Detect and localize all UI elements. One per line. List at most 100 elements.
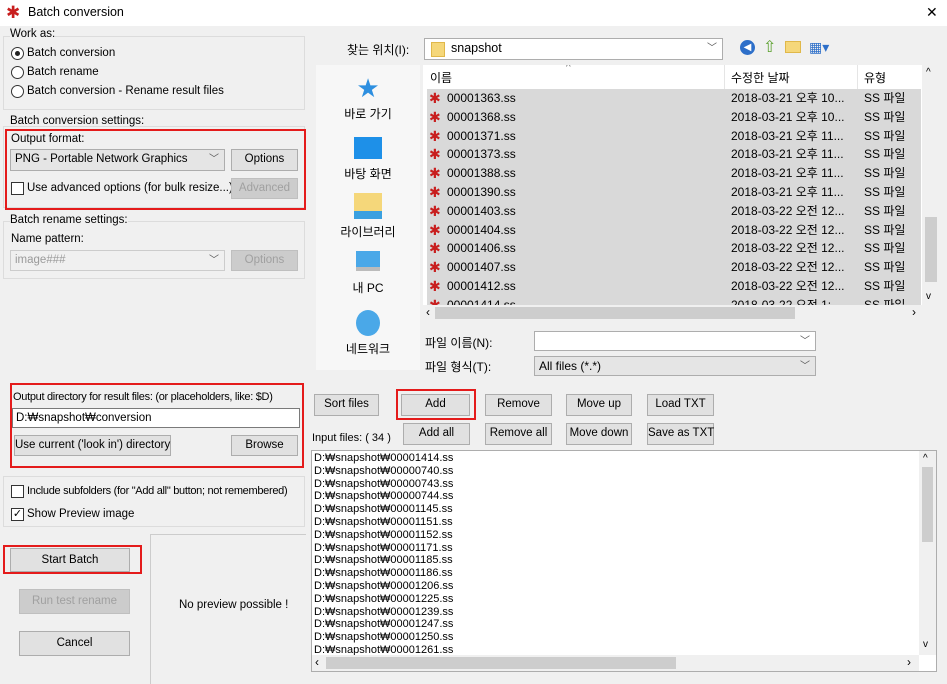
file-row[interactable]: ✱ 00001404.ss 2018-03-22 오전 12... SS 파일 <box>427 220 921 240</box>
file-row[interactable]: ✱ 00001414.ss 2018-03-22 오전 1: SS 파일 <box>427 295 921 305</box>
place-item[interactable]: 네트워크 <box>316 310 420 357</box>
browse-button[interactable]: Browse <box>231 435 298 456</box>
input-file-item[interactable]: D:₩snapshot₩00000744.ss <box>314 490 453 503</box>
preview-pane: No preview possible ! <box>150 534 306 684</box>
input-file-item[interactable]: D:₩snapshot₩00000743.ss <box>314 478 453 491</box>
input-file-item[interactable]: D:₩snapshot₩00001239.ss <box>314 606 453 619</box>
file-list-horizontal-scrollbar[interactable]: ‹ › <box>423 305 922 321</box>
file-row[interactable]: ✱ 00001407.ss 2018-03-22 오전 12... SS 파일 <box>427 258 921 277</box>
scroll-down-icon[interactable]: v <box>923 639 928 650</box>
chevron-down-icon: ﹀ <box>209 255 219 266</box>
file-row[interactable]: ✱ 00001368.ss 2018-03-21 오후 10... SS 파일 <box>427 107 921 127</box>
format-options-button[interactable]: Options <box>231 149 298 171</box>
column-date[interactable]: 수정한 날짜 <box>731 69 790 86</box>
input-file-item[interactable]: D:₩snapshot₩00001225.ss <box>314 593 453 606</box>
input-file-item[interactable]: D:₩snapshot₩00001152.ss <box>314 529 453 542</box>
file-row[interactable]: ✱ 00001403.ss 2018-03-22 오전 12... SS 파일 <box>427 201 921 221</box>
place-item[interactable]: 바탕 화면 <box>316 135 420 182</box>
advanced-button[interactable]: Advanced <box>231 178 298 199</box>
input-file-item[interactable]: D:₩snapshot₩00000740.ss <box>314 465 453 478</box>
work-as-radio[interactable] <box>11 66 24 79</box>
load-txt-button[interactable]: Load TXT <box>647 394 714 416</box>
use-current-directory-button[interactable]: Use current ('look in') directory <box>14 435 171 456</box>
save-txt-button[interactable]: Save as TXT <box>647 423 714 445</box>
file-type: SS 파일 <box>864 279 906 293</box>
file-row[interactable]: ✱ 00001412.ss 2018-03-22 오전 12... SS 파일 <box>427 277 921 296</box>
file-row[interactable]: ✱ 00001371.ss 2018-03-21 오후 11... SS 파일 <box>427 126 921 146</box>
input-file-item[interactable]: D:₩snapshot₩00001186.ss <box>314 567 453 580</box>
place-item[interactable]: 내 PC <box>316 251 420 296</box>
file-row[interactable]: ✱ 00001390.ss 2018-03-21 오후 11... SS 파일 <box>427 183 921 202</box>
input-file-item[interactable]: D:₩snapshot₩00001247.ss <box>314 618 453 631</box>
show-preview-checkbox[interactable]: ✓ <box>11 508 24 521</box>
sort-files-button[interactable]: Sort files <box>314 394 379 416</box>
file-row[interactable]: ✱ 00001373.ss 2018-03-21 오후 11... SS 파일 <box>427 145 921 165</box>
file-type-select[interactable]: All files (*.*) ﹀ <box>534 356 816 376</box>
output-format-select[interactable]: PNG - Portable Network Graphics ﹀ <box>10 149 225 171</box>
add-button[interactable]: Add <box>401 394 470 416</box>
scroll-thumb[interactable] <box>326 657 676 669</box>
back-icon[interactable]: ◀ <box>740 40 755 55</box>
remove-button[interactable]: Remove <box>485 394 552 416</box>
file-name: 00001404.ss <box>447 222 516 237</box>
scroll-thumb[interactable] <box>922 467 933 542</box>
advanced-options-label: Use advanced options (for bulk resize...… <box>27 182 233 194</box>
move-down-button[interactable]: Move down <box>566 423 632 445</box>
file-row[interactable]: ✱ 00001406.ss 2018-03-22 오전 12... SS 파일 <box>427 239 921 259</box>
column-type[interactable]: 유형 <box>864 69 886 86</box>
start-batch-button[interactable]: Start Batch <box>10 548 130 572</box>
file-name-input[interactable]: ﹀ <box>534 331 816 351</box>
scroll-thumb[interactable] <box>925 217 937 282</box>
close-button[interactable]: ✕ <box>926 4 938 21</box>
scroll-left-icon[interactable]: ‹ <box>426 305 430 319</box>
move-up-button[interactable]: Move up <box>566 394 632 416</box>
column-name[interactable]: 이름 <box>430 69 452 86</box>
input-file-item[interactable]: D:₩snapshot₩00001151.ss <box>314 516 453 529</box>
scroll-right-icon[interactable]: › <box>912 305 916 319</box>
file-list-vertical-scrollbar[interactable]: ^ v <box>922 65 940 305</box>
input-file-item[interactable]: D:₩snapshot₩00001414.ss <box>314 452 453 465</box>
file-date: 2018-03-22 오전 12... <box>731 203 845 218</box>
run-test-rename-button[interactable]: Run test rename <box>19 589 130 614</box>
scroll-up-icon[interactable]: ^ <box>923 453 928 464</box>
this-pc-icon <box>316 251 420 271</box>
output-directory-input[interactable]: D:₩snapshot₩conversion <box>12 408 300 428</box>
scroll-down-icon[interactable]: v <box>926 291 931 302</box>
input-file-item[interactable]: D:₩snapshot₩00001171.ss <box>314 542 453 555</box>
view-menu-icon[interactable]: ▦▾ <box>809 39 829 56</box>
scroll-up-icon[interactable]: ^ <box>926 67 931 78</box>
work-as-radio[interactable] <box>11 85 24 98</box>
name-pattern-select[interactable]: image### ﹀ <box>10 250 225 271</box>
place-item[interactable]: 라이브러리 <box>316 193 420 240</box>
advanced-options-checkbox[interactable] <box>11 182 24 195</box>
scroll-left-icon[interactable]: ‹ <box>315 655 319 669</box>
input-file-item[interactable]: D:₩snapshot₩00001206.ss <box>314 580 453 593</box>
scroll-thumb[interactable] <box>435 307 795 319</box>
cancel-button[interactable]: Cancel <box>19 631 130 656</box>
file-date: 2018-03-22 오전 12... <box>731 279 845 293</box>
new-folder-icon[interactable] <box>785 41 801 53</box>
input-file-item[interactable]: D:₩snapshot₩00001145.ss <box>314 503 453 516</box>
file-row[interactable]: ✱ 00001388.ss 2018-03-21 오후 11... SS 파일 <box>427 164 921 183</box>
input-file-item[interactable]: D:₩snapshot₩00001185.ss <box>314 554 453 567</box>
work-as-radio[interactable] <box>11 47 24 60</box>
scroll-right-icon[interactable]: › <box>907 655 911 669</box>
remove-all-button[interactable]: Remove all <box>485 423 552 445</box>
work-as-option-label: Batch rename <box>27 66 99 78</box>
include-subfolders-checkbox[interactable] <box>11 485 24 498</box>
input-list-horizontal-scrollbar[interactable]: ‹ › <box>312 655 919 671</box>
output-directory-label: Output directory for result files: (or p… <box>13 391 273 403</box>
file-row[interactable]: ✱ 00001363.ss 2018-03-21 오후 10... SS 파일 <box>427 89 921 108</box>
place-item[interactable]: ★ 바로 가기 <box>316 75 420 122</box>
file-type-value: All files (*.*) <box>539 359 602 373</box>
input-list-vertical-scrollbar[interactable]: ^ v <box>919 451 936 655</box>
add-all-button[interactable]: Add all <box>403 423 470 445</box>
up-folder-icon[interactable]: ⇧ <box>763 37 776 57</box>
look-in-select[interactable]: snapshot ﹀ <box>424 38 723 60</box>
rename-options-button[interactable]: Options <box>231 250 298 271</box>
file-date: 2018-03-21 오후 11... <box>731 128 844 143</box>
file-date: 2018-03-21 오후 10... <box>731 91 845 105</box>
input-file-item[interactable]: D:₩snapshot₩00001250.ss <box>314 631 453 644</box>
file-type: SS 파일 <box>864 166 906 181</box>
input-files-list[interactable]: D:₩snapshot₩00001414.ss D:₩snapshot₩00000… <box>311 450 937 672</box>
